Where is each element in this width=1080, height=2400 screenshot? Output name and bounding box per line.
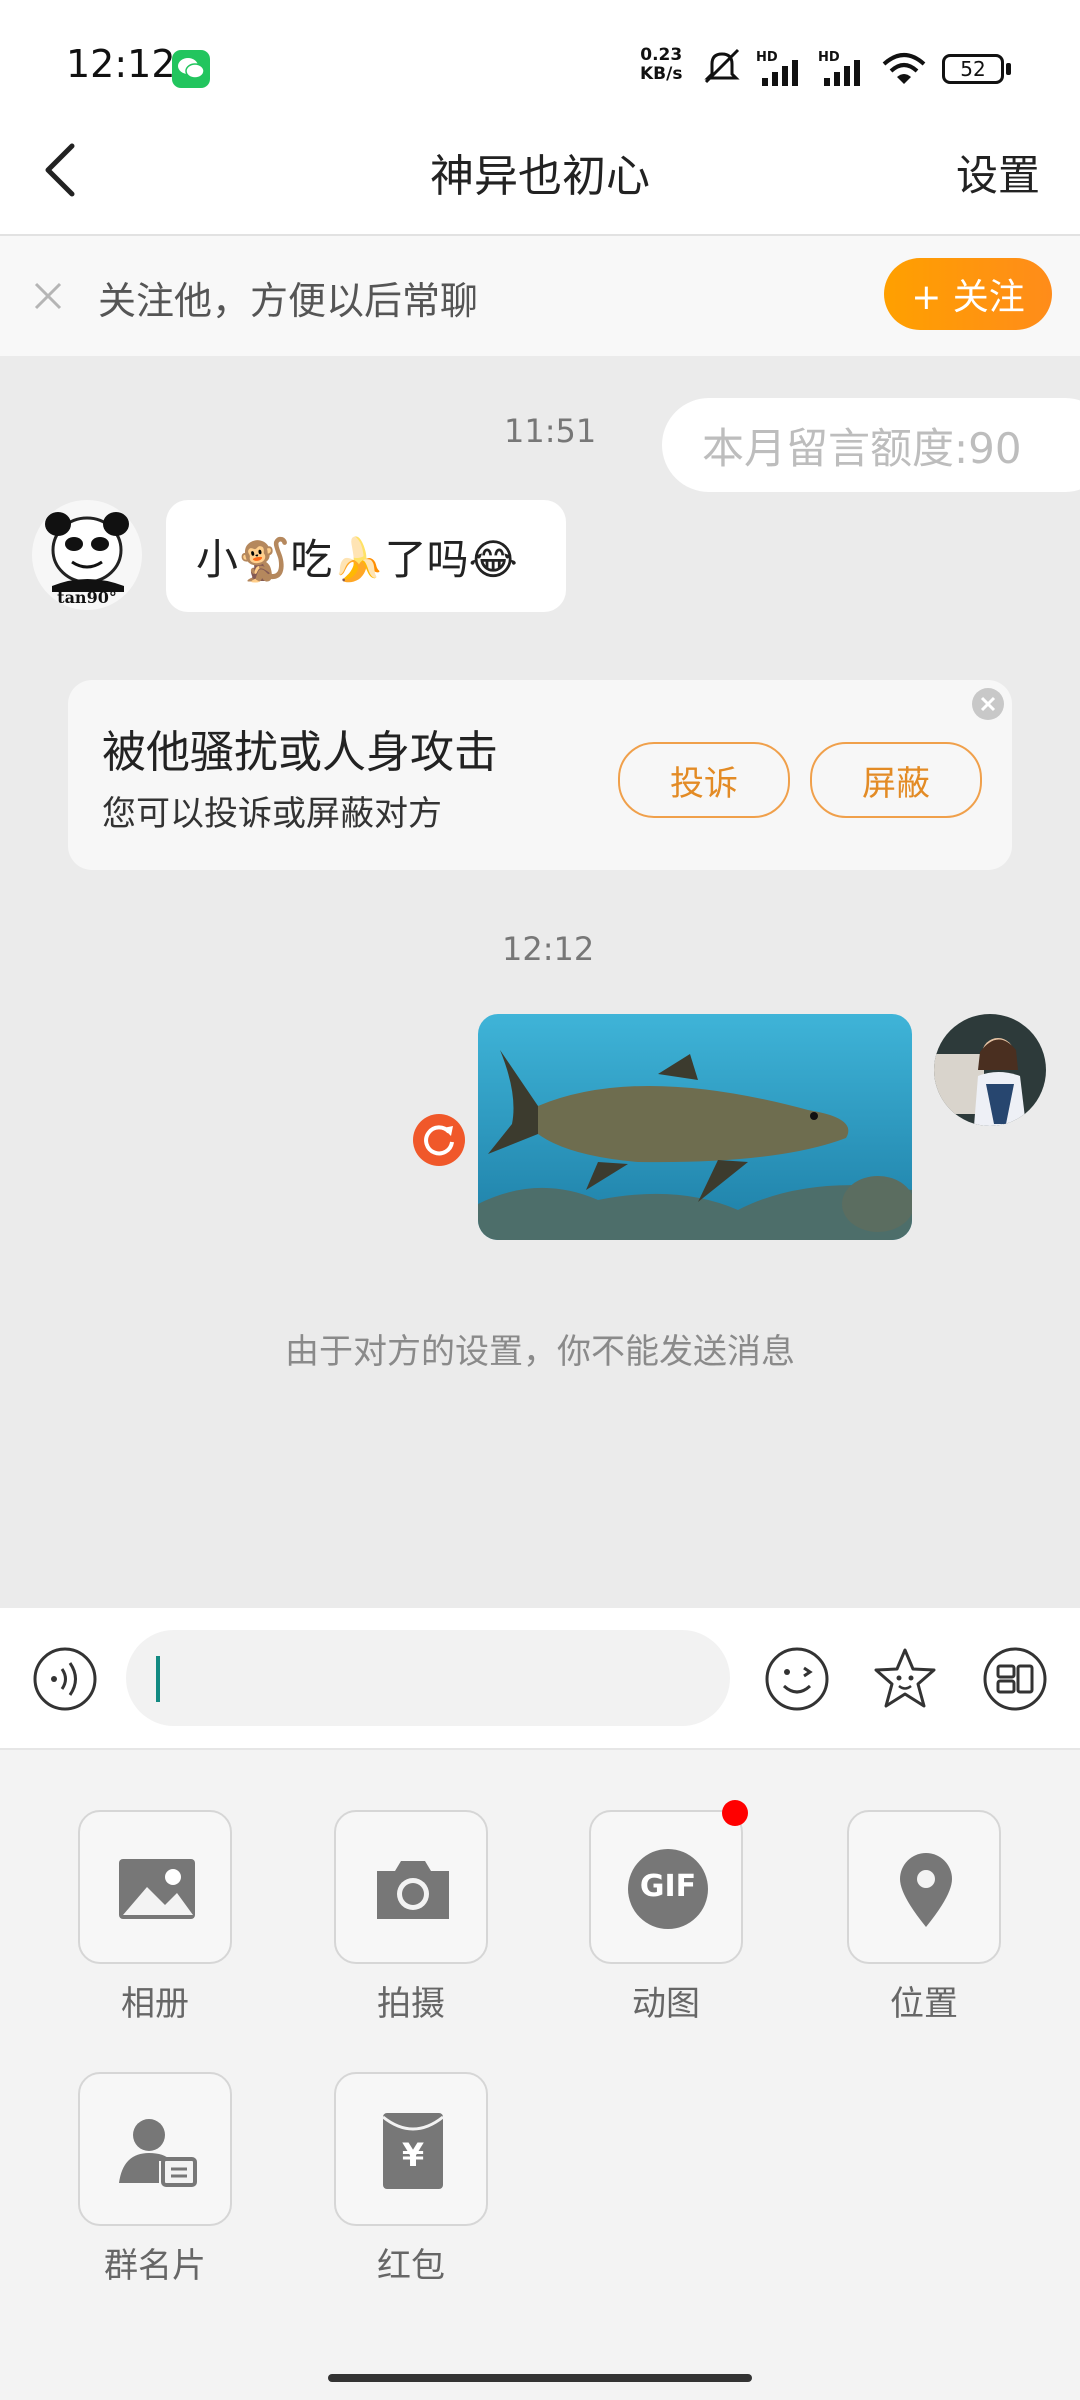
- card-close-icon[interactable]: [972, 688, 1004, 720]
- follow-prompt-bar: 关注他，方便以后常聊 + 关注: [0, 236, 1080, 356]
- emoji-icon[interactable]: [764, 1646, 830, 1712]
- net-speed: 0.23 KB/s: [640, 46, 682, 84]
- yuan-symbol: ¥: [401, 2136, 425, 2174]
- mute-icon: [704, 48, 740, 84]
- new-badge-dot: [722, 1800, 748, 1826]
- voice-input-icon[interactable]: [32, 1646, 98, 1712]
- location-icon: [900, 1853, 952, 1927]
- wechat-notification-icon: [172, 50, 210, 88]
- message-quota-badge: 本月留言额度:90: [662, 398, 1080, 492]
- timestamp: 11:51: [504, 412, 597, 450]
- settings-button[interactable]: 设置: [956, 142, 1040, 203]
- contact-card-icon: [119, 2119, 197, 2187]
- report-button[interactable]: 投诉: [618, 742, 790, 818]
- text-caret: [156, 1656, 160, 1702]
- location-label: 位置: [890, 1984, 958, 2024]
- user-avatar[interactable]: [934, 1014, 1046, 1126]
- cannot-send-notice: 由于对方的设置，你不能发送消息: [285, 1332, 795, 1372]
- photo-icon: [119, 1859, 195, 1919]
- timestamp: 12:12: [502, 930, 595, 968]
- home-indicator[interactable]: [328, 2374, 752, 2382]
- status-time: 12:12: [66, 42, 176, 86]
- report-card-subtitle: 您可以投诉或屏蔽对方: [102, 794, 442, 834]
- message-input[interactable]: [126, 1630, 730, 1726]
- signal2-icon: [824, 60, 860, 86]
- camera-label: 拍摄: [377, 1984, 445, 2024]
- battery-tip: [1006, 63, 1011, 75]
- input-bar: [0, 1608, 1080, 1750]
- report-block-card: 被他骚扰或人身攻击 您可以投诉或屏蔽对方 投诉 屏蔽: [68, 680, 1012, 870]
- message-list[interactable]: 11:51 本月留言额度:90 tan90° 小🐒吃🍌了吗😂 被他骚扰或人身攻击…: [0, 356, 1080, 1608]
- net-speed-unit: KB/s: [640, 64, 683, 84]
- attachment-panel: 相册 拍摄 GIF 动图 位置 群名片 ¥ 红包: [0, 1750, 1080, 2400]
- block-button[interactable]: 屏蔽: [810, 742, 982, 818]
- sticker-icon[interactable]: [872, 1646, 938, 1712]
- red-packet-label: 红包: [377, 2246, 445, 2286]
- group-card-label: 群名片: [104, 2246, 206, 2286]
- album-button[interactable]: [78, 1810, 232, 1964]
- page-title: 神异也初心: [430, 151, 650, 202]
- camera-button[interactable]: [334, 1810, 488, 1964]
- report-card-title: 被他骚扰或人身攻击: [102, 727, 498, 778]
- gif-label: 动图: [632, 1984, 700, 2024]
- incoming-message-bubble[interactable]: 小🐒吃🍌了吗😂: [166, 500, 566, 612]
- location-button[interactable]: [847, 1810, 1001, 1964]
- group-card-button[interactable]: [78, 2072, 232, 2226]
- close-icon[interactable]: [26, 274, 70, 318]
- follow-button[interactable]: + 关注: [884, 258, 1052, 330]
- gif-button[interactable]: GIF: [589, 1810, 743, 1964]
- follow-prompt-text: 关注他，方便以后常聊: [98, 279, 479, 323]
- signal1-icon: [762, 60, 798, 86]
- camera-icon: [377, 1861, 449, 1919]
- avatar-caption: tan90°: [57, 588, 117, 607]
- battery-indicator: 52: [942, 54, 1004, 84]
- sent-image-message[interactable]: [478, 1014, 912, 1240]
- chat-header: 神异也初心 设置: [0, 110, 1080, 236]
- album-label: 相册: [121, 1984, 189, 2024]
- contact-avatar[interactable]: tan90°: [32, 500, 142, 610]
- net-speed-value: 0.23: [640, 45, 683, 65]
- gif-icon-label: GIF: [639, 1869, 697, 1904]
- resend-icon[interactable]: [413, 1114, 465, 1166]
- red-packet-button[interactable]: ¥: [334, 2072, 488, 2226]
- more-panel-icon[interactable]: [982, 1646, 1048, 1712]
- wifi-icon: [882, 53, 926, 84]
